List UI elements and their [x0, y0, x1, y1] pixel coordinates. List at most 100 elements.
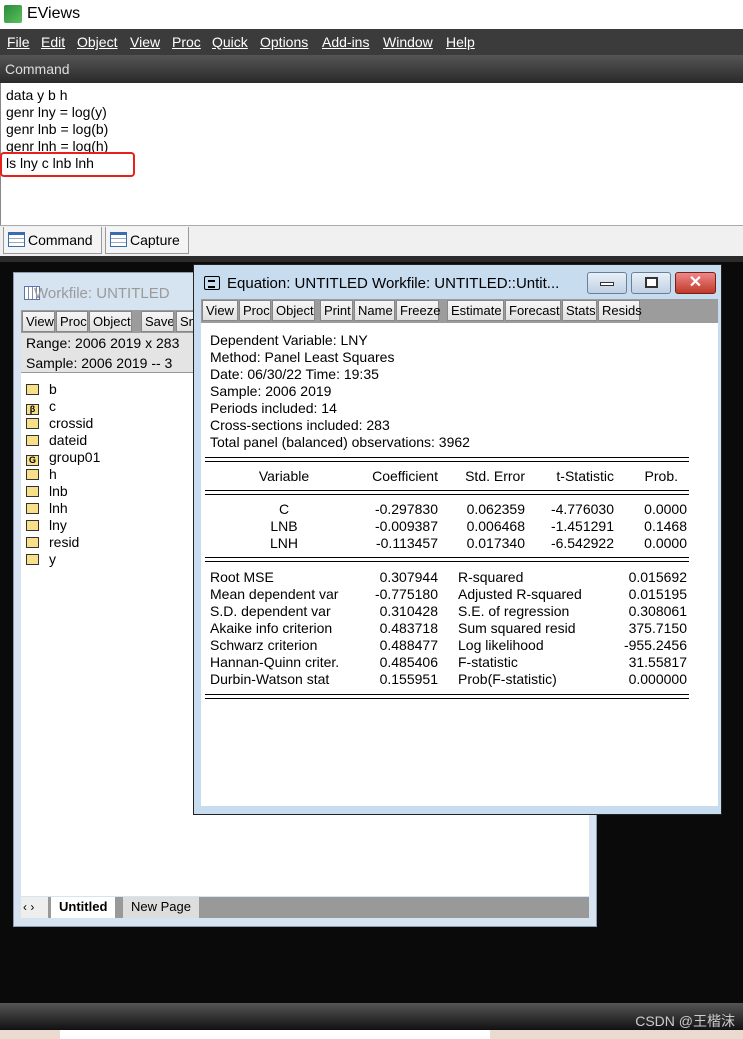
stat-value: 0.308061 [628, 603, 687, 619]
output-header-line: Cross-sections included: 283 [210, 417, 390, 433]
menu-view[interactable]: View [130, 34, 160, 50]
series-icon [26, 503, 39, 514]
workfile-object-item[interactable]: crossid [26, 415, 93, 432]
bottom-tab-strip: Command Capture [0, 225, 743, 256]
workfile-object-item[interactable]: βc [26, 398, 56, 415]
equation-print-button[interactable]: Print [320, 300, 353, 321]
equation-view-button[interactable]: View [202, 300, 238, 321]
workfile-object-item[interactable]: b [26, 381, 57, 398]
series-icon [26, 537, 39, 548]
stat-label: Log likelihood [458, 637, 544, 653]
minimize-button[interactable] [587, 272, 627, 294]
equation-stats-button[interactable]: Stats [562, 300, 597, 321]
equation-forecast-button[interactable]: Forecast [505, 300, 561, 321]
stat-value: 0.000000 [628, 671, 687, 687]
page-nav-arrows[interactable]: ‹ › [21, 897, 48, 918]
workfile-object-item[interactable]: lny [26, 517, 67, 534]
column-header: Variable [258, 468, 310, 484]
menu-edit[interactable]: Edit [41, 34, 65, 50]
stat-label: Sum squared resid [458, 620, 576, 636]
series-icon [26, 520, 39, 531]
stat-label: Prob(F-statistic) [458, 671, 557, 687]
workfile-save-button[interactable]: Save [141, 311, 174, 332]
stat-value: -0.775180 [374, 586, 438, 602]
workfile-sample[interactable]: Sample: 2006 2019 -- 3 [26, 355, 172, 371]
menu-quick[interactable]: Quick [212, 34, 248, 50]
page-tab-untitled[interactable]: Untitled [51, 897, 116, 918]
menu-file[interactable]: File [7, 34, 30, 50]
workfile-object-item[interactable]: lnb [26, 483, 68, 500]
output-header-line: Method: Panel Least Squares [210, 349, 395, 365]
stat-value: 0.307944 [379, 569, 438, 585]
object-name: lnh [49, 500, 68, 516]
watermark: CSDN @王楷沫 [635, 1013, 735, 1029]
workfile-view-button[interactable]: View [22, 311, 55, 332]
series-icon [26, 469, 39, 480]
coef-variable: LNB [270, 518, 298, 534]
equation-name-button[interactable]: Name [354, 300, 395, 321]
equation-resids-button[interactable]: Resids [598, 300, 642, 321]
minimize-icon [600, 282, 614, 286]
equation-freeze-button[interactable]: Freeze [396, 300, 440, 321]
command-header: Command [0, 55, 743, 83]
menu-proc[interactable]: Proc [172, 34, 201, 50]
workfile-object-item[interactable]: Ggroup01 [26, 449, 100, 466]
stat-value: 31.55817 [628, 654, 687, 670]
command-line: genr lny = log(y) [6, 104, 107, 120]
workarea-border [0, 256, 743, 262]
page-tab-new-page[interactable]: New Page [123, 897, 199, 918]
output-header-line: Sample: 2006 2019 [210, 383, 332, 399]
workfile-object-item[interactable]: lnh [26, 500, 68, 517]
coef-cell: -0.113457 [375, 535, 438, 551]
highlight-box [0, 152, 135, 177]
workfile-proc-button[interactable]: Proc [56, 311, 88, 332]
stat-label: Mean dependent var [210, 586, 339, 602]
app-titlebar [0, 0, 743, 29]
object-name: lnb [49, 483, 68, 499]
menu-bar: File Edit Object View Proc Quick Options Add-in… [0, 29, 743, 55]
stat-value: -955.2456 [623, 637, 687, 653]
menu-object[interactable]: Object [77, 34, 117, 50]
command-line: genr lnb = log(b) [6, 121, 109, 137]
command-line: data y b h [6, 87, 68, 103]
output-header-line: Date: 06/30/22 Time: 19:35 [210, 366, 379, 382]
menu-window[interactable]: Window [383, 34, 433, 50]
object-name: crossid [49, 415, 94, 431]
output-header-line: Dependent Variable: LNY [210, 332, 368, 348]
menu-add-ins[interactable]: Add-ins [322, 34, 369, 50]
maximize-button[interactable] [631, 272, 671, 294]
stat-value: 0.483718 [379, 620, 438, 636]
menu-options[interactable]: Options [260, 34, 308, 50]
coef-cell: 0.017340 [466, 535, 525, 551]
coef-variable: C [278, 501, 290, 517]
workfile-object-item[interactable]: dateid [26, 432, 87, 449]
stat-value: 0.015195 [628, 586, 687, 602]
series-icon [26, 418, 39, 429]
workfile-object-item[interactable]: h [26, 466, 57, 483]
workfile-object-button[interactable]: Object [89, 311, 132, 332]
stat-label: S.D. dependent var [210, 603, 331, 619]
series-icon [26, 435, 39, 446]
menu-help[interactable]: Help [446, 34, 475, 50]
app-title: EViews [27, 5, 81, 22]
equation-proc-button[interactable]: Proc [239, 300, 271, 321]
object-name: lny [49, 517, 67, 533]
double-rule [205, 490, 689, 495]
workfile-object-item[interactable]: resid [26, 534, 79, 551]
equation-estimate-button[interactable]: Estimate [447, 300, 504, 321]
workfile-range[interactable]: Range: 2006 2019 x 283 [26, 335, 179, 351]
tab-capture[interactable]: Capture [105, 227, 189, 254]
series-icon [26, 384, 39, 395]
tab-command[interactable]: Command [3, 227, 102, 254]
workfile-page-tabs: ‹ › Untitled New Page [21, 897, 589, 918]
stat-label: Akaike info criterion [210, 620, 333, 636]
workfile-object-item[interactable]: y [26, 551, 56, 568]
close-button[interactable]: ✕ [675, 272, 716, 294]
coef-cell: 0.0000 [644, 535, 687, 551]
command-window-icon [8, 232, 25, 247]
series-icon [26, 554, 39, 565]
coef-cell: -0.009387 [374, 518, 438, 534]
workfile-title: Workfile: UNTITLED [34, 285, 170, 302]
equation-object-button[interactable]: Object [272, 300, 315, 321]
capture-window-icon [110, 232, 127, 247]
